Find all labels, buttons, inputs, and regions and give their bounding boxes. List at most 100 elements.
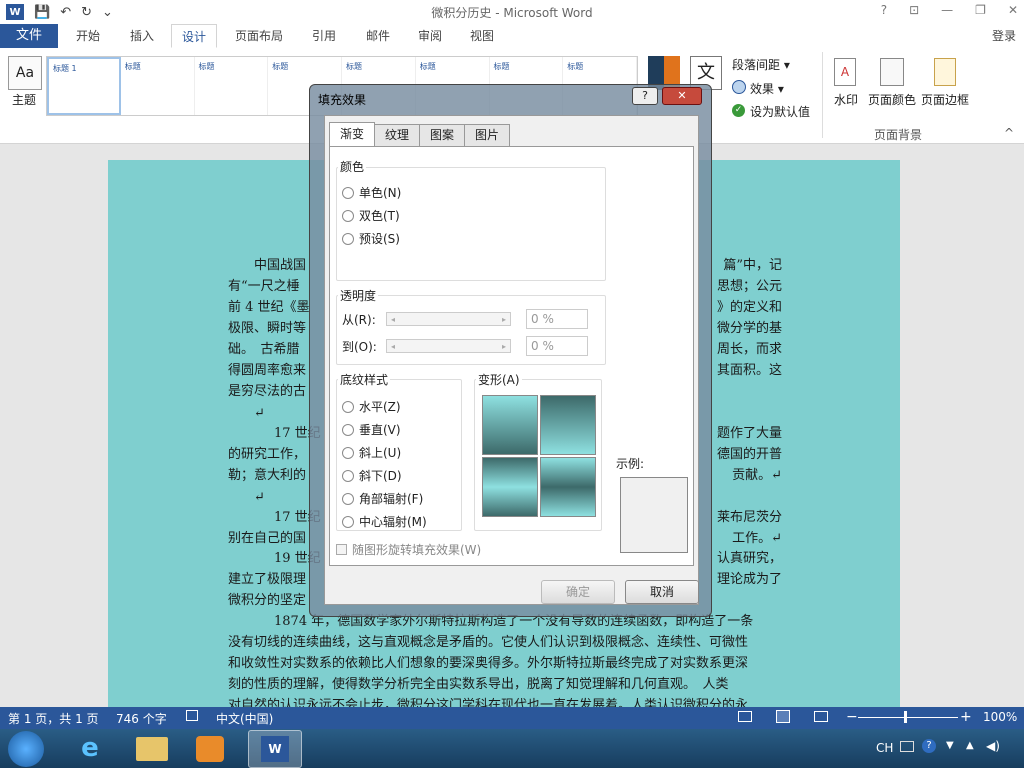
dialog-help-button[interactable]: ? [632,87,658,105]
cancel-button[interactable]: 取消 [625,580,699,604]
gradient-panel: 颜色 单色(N) 双色(T) 预设(S) 透明度 从(R): ◂ ▸ 0 % 到(… [329,146,694,566]
volume-icon[interactable]: ◀) [986,739,1000,753]
word-taskbar-icon: W [261,736,289,762]
radio-label: 水平(Z) [359,400,401,414]
to-spinner[interactable]: 0 % [526,336,588,356]
tab-design[interactable]: 设计 [171,24,217,48]
radio-from-center[interactable]: 中心辐射(M) [342,513,427,530]
word-logo-icon[interactable]: W [6,4,24,20]
gallery-item[interactable]: 标题 [195,57,269,115]
tab-picture[interactable]: 图片 [464,124,511,146]
from-spinner[interactable]: 0 % [526,309,588,329]
radio-vertical[interactable]: 垂直(V) [342,421,401,438]
zoom-in-icon[interactable]: + [960,709,972,725]
doc-line-right: 》的定义和 [716,300,782,315]
ime-help-icon[interactable]: ? [922,739,936,753]
page-color-icon[interactable] [880,58,904,86]
rotate-with-shape-checkbox[interactable]: 随图形旋转填充效果(W) [336,541,481,558]
radio-diagonal-down[interactable]: 斜下(D) [342,467,402,484]
set-default-button[interactable]: 设为默认值 [750,103,810,120]
redo-icon[interactable]: ↻ [81,5,92,20]
tab-review[interactable]: 审阅 [408,24,452,48]
input-language[interactable]: CH [876,741,893,755]
start-button-icon[interactable] [8,731,44,767]
to-slider[interactable]: ◂ ▸ [386,339,511,353]
read-mode-icon[interactable] [738,711,752,722]
radio-from-corner[interactable]: 角部辐射(F) [342,490,423,507]
minimize-button[interactable]: — [941,3,953,17]
radio-dot [342,469,354,482]
keyboard-icon[interactable] [900,741,914,752]
zoom-level[interactable]: 100% [983,710,1017,724]
doc-line-right: 题作了大量 [716,426,782,441]
gallery-item[interactable]: 标题 1 [47,57,121,115]
word-count[interactable]: 746 个字 [116,710,167,727]
radio-label: 单色(N) [359,186,402,200]
ribbon-display-button[interactable]: ⊡ [909,3,919,17]
customize-qat-icon[interactable]: ⌄ [102,5,113,20]
watermark-icon[interactable]: A [834,58,856,86]
variant-3[interactable] [482,457,538,517]
radio-diagonal-up[interactable]: 斜上(U) [342,444,401,461]
from-slider[interactable]: ◂ ▸ [386,312,511,326]
page-border-icon[interactable] [934,58,956,86]
shading-group-label: 底纹样式 [338,371,391,388]
zoom-slider[interactable] [858,717,958,718]
variant-4[interactable] [540,457,596,517]
proofing-icon[interactable] [186,710,198,721]
tray-icon[interactable]: ▼ [946,740,954,751]
tab-home[interactable]: 开始 [66,24,110,48]
save-icon[interactable]: 💾 [34,5,50,20]
gallery-item[interactable]: 标题 [121,57,195,115]
radio-horizontal[interactable]: 水平(Z) [342,398,401,415]
effects-icon [732,80,746,94]
print-layout-icon[interactable] [776,710,790,723]
window-controls: ? ⊡ — ❐ ✕ [881,3,1018,17]
tab-layout[interactable]: 页面布局 [228,24,290,48]
theme-icon[interactable]: Aa [8,56,42,90]
flag-icon[interactable]: ▲ [966,740,974,751]
tab-view[interactable]: 视图 [460,24,504,48]
paragraph-spacing-button[interactable]: 段落间距 ▾ [732,56,790,73]
web-layout-icon[interactable] [814,711,828,722]
close-button[interactable]: ✕ [1008,3,1018,17]
undo-icon[interactable]: ↶ [60,5,71,20]
language-status[interactable]: 中文(中国) [216,710,273,727]
variant-1[interactable] [482,395,538,455]
quick-access-toolbar: W 💾 ↶ ↻ ⌄ [6,2,113,22]
tab-mailings[interactable]: 邮件 [356,24,400,48]
tab-texture[interactable]: 纹理 [374,124,421,146]
radio-label: 双色(T) [359,209,400,223]
restore-button[interactable]: ❐ [975,3,986,17]
help-button[interactable]: ? [881,3,887,17]
radio-preset[interactable]: 预设(S) [342,230,400,247]
doc-line-right: 思想；公元 [716,279,782,294]
ie-icon[interactable]: e [74,733,106,763]
theme-button[interactable]: 主题 [12,91,36,108]
page-border-button[interactable]: 页面边框 [921,91,969,108]
zoom-thumb[interactable] [904,711,907,723]
radio-one-color[interactable]: 单色(N) [342,184,401,201]
watermark-button[interactable]: 水印 [834,91,858,108]
collapse-ribbon-icon[interactable]: ^ [1004,126,1014,140]
tab-references[interactable]: 引用 [302,24,346,48]
tab-gradient[interactable]: 渐变 [329,122,376,146]
login-link[interactable]: 登录 [992,27,1016,44]
variant-2[interactable] [540,395,596,455]
window-title: 微积分历史 - Microsoft Word [431,6,593,20]
tab-pattern[interactable]: 图案 [419,124,466,146]
zoom-out-icon[interactable]: − [846,709,858,725]
radio-dot [342,515,354,528]
effects-button[interactable]: 效果 ▾ [750,80,784,97]
radio-two-colors[interactable]: 双色(T) [342,207,400,224]
explorer-icon[interactable] [136,737,168,761]
media-player-icon[interactable] [196,736,224,762]
page-count[interactable]: 第 1 页，共 1 页 [8,710,99,727]
dialog-close-button[interactable]: ✕ [662,87,702,105]
radio-label: 斜上(U) [359,446,402,460]
ok-button[interactable]: 确定 [541,580,615,604]
tab-insert[interactable]: 插入 [120,24,164,48]
doc-line: 和收敛性对实数系的依赖比人们想象的要深奥得多。外尔斯特拉斯最终完成了对实数系更深 [228,656,749,671]
page-color-button[interactable]: 页面颜色 [868,91,916,108]
file-tab[interactable]: 文件 [0,24,58,48]
